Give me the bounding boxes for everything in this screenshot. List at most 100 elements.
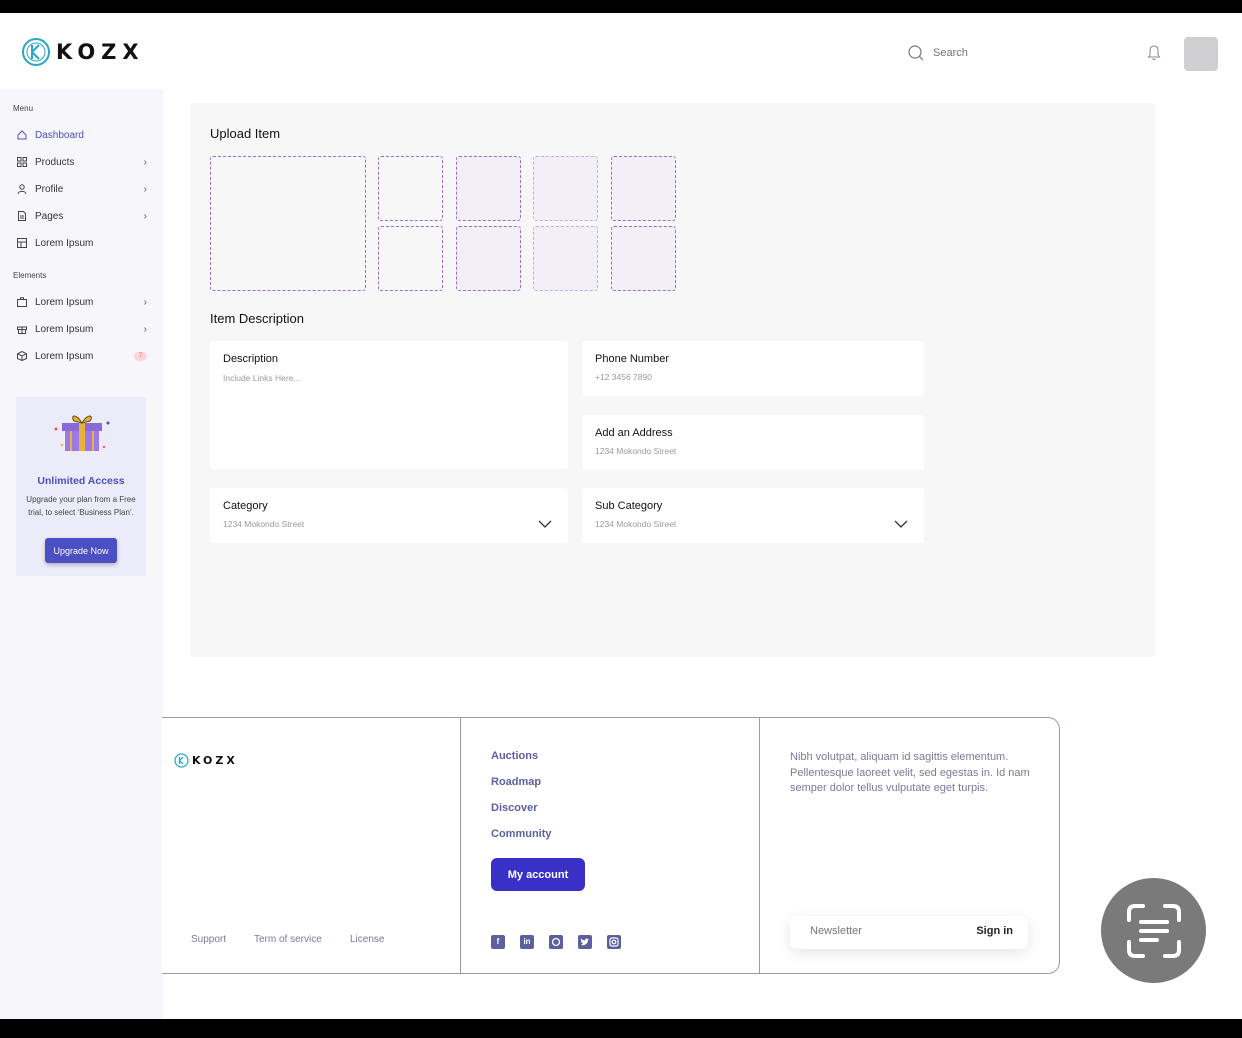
upload-dropzone-thumb[interactable] xyxy=(456,226,521,291)
home-icon xyxy=(16,130,27,141)
chevron-down-icon xyxy=(538,520,552,528)
github-icon[interactable] xyxy=(549,935,563,949)
category-select[interactable]: Category 1234 Mokondo Street xyxy=(210,488,568,543)
instagram-icon[interactable] xyxy=(607,935,621,949)
description-placeholder: Include Links Here... xyxy=(223,373,301,383)
logo-mark-icon xyxy=(22,38,50,66)
sidebar-item-label: Lorem Ipsum xyxy=(35,323,94,335)
upgrade-promo-card: Unlimited Access Upgrade your plan from … xyxy=(16,397,146,576)
upload-dropzone-thumb[interactable] xyxy=(611,156,676,221)
chevron-right-icon: › xyxy=(143,183,147,195)
notification-bell[interactable] xyxy=(1147,45,1161,66)
top-header: KOZX xyxy=(0,13,1242,89)
my-account-button[interactable]: My account xyxy=(491,858,585,891)
newsletter-input[interactable] xyxy=(810,925,950,937)
upload-dropzone-thumb[interactable] xyxy=(378,156,443,221)
subcategory-select[interactable]: Sub Category 1234 Mokondo Street xyxy=(582,488,924,543)
chevron-down-icon xyxy=(894,520,908,528)
footer-divider xyxy=(759,718,760,973)
address-placeholder: 1234 Mokondo Street xyxy=(595,446,677,456)
sidebar-item-products[interactable]: Products › xyxy=(16,152,147,172)
brand-name: KOZX xyxy=(56,40,145,64)
facebook-icon[interactable]: f xyxy=(491,935,505,949)
sidebar-item-label: Pages xyxy=(35,210,64,222)
item-description-title: Item Description xyxy=(210,311,304,326)
sidebar-item-profile[interactable]: Profile › xyxy=(16,179,147,199)
chevron-right-icon: › xyxy=(143,323,147,335)
brand-logo[interactable]: KOZX xyxy=(21,37,145,67)
site-footer: KOZX Support Term of service License Auc… xyxy=(162,717,1060,974)
upgrade-now-button[interactable]: Upgrade Now xyxy=(45,538,117,563)
footer-nav-roadmap[interactable]: Roadmap xyxy=(491,776,541,788)
upload-dropzone-main[interactable] xyxy=(210,156,366,291)
upload-dropzone-thumb[interactable] xyxy=(456,156,521,221)
user-icon xyxy=(16,184,27,195)
grid-icon xyxy=(16,157,27,168)
subcategory-value: 1234 Mokondo Street xyxy=(595,519,677,529)
sidebar-item-label: Lorem Ipsum xyxy=(35,350,94,362)
description-label: Description xyxy=(223,353,279,365)
box-icon xyxy=(16,351,27,362)
sidebar-item-dashboard[interactable]: Dashboard xyxy=(16,125,147,145)
search-bar[interactable] xyxy=(908,45,1083,61)
sidebar: Menu Dashboard Products › Profile › Page… xyxy=(0,89,163,1019)
subcategory-label: Sub Category xyxy=(595,500,663,512)
footer-logo[interactable]: KOZX xyxy=(174,753,238,768)
upload-dropzone-thumb[interactable] xyxy=(533,156,598,221)
phone-number-field[interactable]: Phone Number +12 3456 7890 xyxy=(582,341,924,396)
menu-section-label: Menu xyxy=(13,104,34,113)
scan-text-button[interactable] xyxy=(1101,878,1206,983)
sidebar-item-label: Profile xyxy=(35,183,64,195)
sign-in-button[interactable]: Sign in xyxy=(976,925,1013,937)
phone-number-placeholder: +12 3456 7890 xyxy=(595,372,652,382)
sidebar-item-element-2[interactable]: Lorem Ipsum › xyxy=(16,319,147,339)
logo-mark-icon xyxy=(174,753,189,768)
scan-text-icon xyxy=(1126,903,1181,958)
upload-item-title: Upload Item xyxy=(210,126,281,141)
chevron-right-icon: › xyxy=(143,156,147,168)
sidebar-item-label: Lorem Ipsum xyxy=(35,296,94,308)
search-icon xyxy=(908,45,924,61)
sidebar-item-label: Lorem Ipsum xyxy=(35,237,94,249)
sidebar-item-pages[interactable]: Pages › xyxy=(16,206,147,226)
category-label: Category xyxy=(223,500,268,512)
address-label: Add an Address xyxy=(595,427,673,439)
promo-description: Upgrade your plan from a Free trial, to … xyxy=(26,495,136,517)
sidebar-item-lorem[interactable]: Lorem Ipsum xyxy=(16,233,147,253)
user-avatar[interactable] xyxy=(1184,37,1218,71)
sidebar-item-element-3[interactable]: Lorem Ipsum 7 xyxy=(16,346,147,366)
briefcase-icon xyxy=(16,297,27,308)
license-link[interactable]: License xyxy=(350,934,384,945)
upload-dropzone-thumb[interactable] xyxy=(611,226,676,291)
address-field[interactable]: Add an Address 1234 Mokondo Street xyxy=(582,415,924,470)
gift-illustration-icon xyxy=(54,415,110,451)
footer-nav-discover[interactable]: Discover xyxy=(491,802,537,814)
footer-divider xyxy=(460,718,461,973)
sidebar-item-label: Dashboard xyxy=(35,129,84,141)
chevron-right-icon: › xyxy=(143,296,147,308)
footer-about-text: Nibh volutpat, aliquam id sagittis eleme… xyxy=(790,751,1030,794)
linkedin-icon[interactable]: in xyxy=(520,935,534,949)
sidebar-item-element-1[interactable]: Lorem Ipsum › xyxy=(16,292,147,312)
notification-badge: 7 xyxy=(134,351,147,361)
phone-number-label: Phone Number xyxy=(595,353,669,365)
layout-icon xyxy=(16,238,27,249)
newsletter-form: Sign in xyxy=(790,916,1028,949)
terms-link[interactable]: Term of service xyxy=(254,934,322,945)
upload-dropzone-thumb[interactable] xyxy=(533,226,598,291)
footer-brand-name: KOZX xyxy=(192,754,238,767)
promo-title: Unlimited Access xyxy=(37,475,125,487)
search-input[interactable] xyxy=(933,47,1083,59)
twitter-icon[interactable] xyxy=(578,935,592,949)
footer-nav-community[interactable]: Community xyxy=(491,828,552,840)
category-value: 1234 Mokondo Street xyxy=(223,519,305,529)
support-link[interactable]: Support xyxy=(191,934,226,945)
upload-dropzone-thumb[interactable] xyxy=(378,226,443,291)
chevron-right-icon: › xyxy=(143,210,147,222)
upload-item-panel: Upload Item Item Description Description… xyxy=(190,103,1155,657)
sidebar-item-label: Products xyxy=(35,156,75,168)
footer-nav-auctions[interactable]: Auctions xyxy=(491,750,538,762)
elements-section-label: Elements xyxy=(13,271,47,280)
gift-icon xyxy=(16,324,27,335)
description-field[interactable]: Description Include Links Here... xyxy=(210,341,568,469)
